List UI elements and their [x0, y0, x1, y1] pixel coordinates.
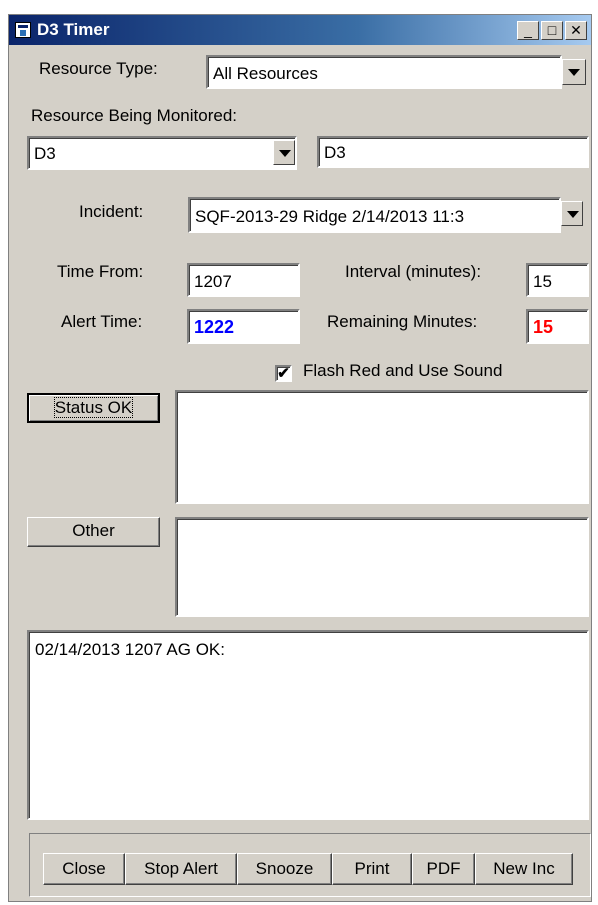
- time-from-label: Time From:: [57, 262, 144, 281]
- other-button[interactable]: Other: [27, 517, 160, 547]
- alert-time-label: Alert Time:: [61, 312, 143, 331]
- close-button[interactable]: Close: [43, 853, 125, 885]
- pdf-button[interactable]: PDF: [412, 853, 475, 885]
- time-from-input[interactable]: 1207: [187, 263, 300, 297]
- flash-checkbox[interactable]: ✔: [275, 365, 292, 382]
- other-textarea[interactable]: [175, 517, 589, 617]
- resource-type-select[interactable]: All Resources: [206, 55, 562, 89]
- resource-monitored-label: Resource Being Monitored:: [31, 106, 238, 125]
- remaining-label: Remaining Minutes:: [327, 312, 478, 331]
- resource-type-dropdown-icon[interactable]: [562, 59, 586, 85]
- resource-monitored-select[interactable]: D3: [27, 136, 297, 170]
- resource-type-label: Resource Type:: [39, 59, 158, 78]
- maximize-button[interactable]: □: [541, 21, 563, 40]
- log-textarea[interactable]: 02/14/2013 1207 AG OK:: [27, 630, 589, 820]
- new-inc-button[interactable]: New Inc: [475, 853, 573, 885]
- app-icon: [15, 22, 31, 38]
- window-title: D3 Timer: [37, 20, 110, 39]
- incident-dropdown-icon[interactable]: [561, 201, 583, 226]
- interval-input[interactable]: 15: [526, 263, 589, 297]
- flash-label: Flash Red and Use Sound: [303, 361, 503, 380]
- incident-select[interactable]: SQF-2013-29 Ridge 2/14/2013 11:3: [188, 197, 561, 233]
- status-ok-label: Status OK: [53, 397, 134, 418]
- resource-monitored-text[interactable]: D3: [317, 136, 589, 168]
- minimize-button[interactable]: _: [517, 21, 539, 40]
- timer-window: D3 Timer _ □ ✕ Resource Type: All Resour…: [8, 14, 592, 902]
- status-ok-textarea[interactable]: [175, 390, 589, 504]
- stop-alert-button[interactable]: Stop Alert: [125, 853, 237, 885]
- print-button[interactable]: Print: [332, 853, 412, 885]
- interval-label: Interval (minutes):: [345, 262, 482, 281]
- title-bar[interactable]: D3 Timer _ □ ✕: [9, 15, 591, 45]
- resource-monitored-dropdown-icon[interactable]: [273, 140, 295, 165]
- status-ok-button[interactable]: Status OK: [27, 393, 160, 423]
- remaining-value: 15: [526, 309, 589, 344]
- close-window-button[interactable]: ✕: [565, 21, 587, 40]
- incident-label: Incident:: [79, 202, 144, 221]
- snooze-button[interactable]: Snooze: [237, 853, 332, 885]
- alert-time-value: 1222: [187, 309, 300, 344]
